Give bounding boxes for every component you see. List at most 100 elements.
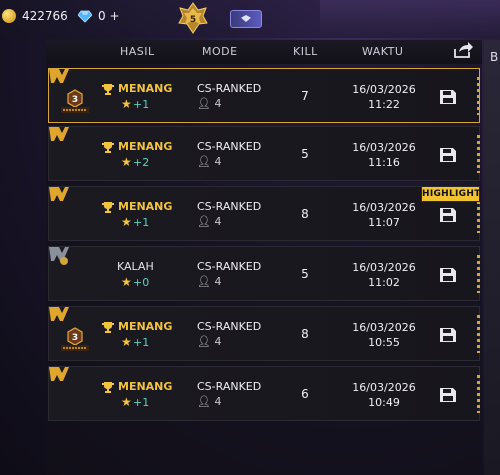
booyah-rank: 3 — [72, 95, 78, 105]
match-time: 11:16 — [368, 156, 400, 169]
rank-points: +2 — [133, 156, 150, 169]
result-label: KALAH — [117, 260, 154, 273]
table-row[interactable]: 3 MENANG ★ +1 CS-RANKED 👤︎ 4 7 16/03/202… — [48, 68, 480, 123]
match-date: 16/03/2026 — [352, 321, 416, 334]
star-icon: ★ — [121, 335, 132, 349]
rank-badge-icon[interactable]: 5 — [178, 2, 208, 34]
team-count: 4 — [214, 335, 222, 348]
person-icon: 👤︎ — [197, 275, 211, 288]
currency-bar: 422766 0 + 5 — [0, 0, 320, 38]
coin-amount: 422766 — [22, 9, 68, 23]
team-count: 4 — [214, 395, 222, 408]
save-replay-icon[interactable] — [439, 387, 457, 403]
header-result: HASIL — [120, 45, 155, 58]
match-time: 10:49 — [368, 396, 400, 409]
side-panel-edge[interactable]: B — [484, 40, 500, 475]
star-icon: ★ — [121, 97, 132, 111]
match-date: 16/03/2026 — [352, 83, 416, 96]
match-type-icon — [49, 367, 69, 381]
star-icon: ★ — [121, 275, 132, 289]
row-edge-stripe — [477, 77, 480, 115]
match-date: 16/03/2026 — [352, 141, 416, 154]
highlight-badge[interactable]: HIGHLIGHT — [421, 186, 480, 202]
kill-count: 5 — [301, 147, 309, 161]
row-edge-stripe — [477, 315, 480, 353]
mode-label: CS-RANKED — [197, 140, 262, 153]
star-icon: ★ — [121, 215, 132, 229]
header-kill: KILL — [293, 45, 318, 58]
result-label: MENANG — [118, 200, 173, 213]
mode-label: CS-RANKED — [197, 82, 262, 95]
team-count: 4 — [214, 275, 222, 288]
booyah-rank: 3 — [72, 333, 78, 343]
trophy-icon — [102, 142, 114, 153]
table-row[interactable]: KALAH ★ +0 CS-RANKED 👤︎ 4 5 16/03/2026 11… — [48, 246, 480, 301]
save-replay-icon[interactable] — [439, 327, 457, 343]
kill-count: 7 — [301, 89, 309, 103]
booyah-rank-badge: 3 — [61, 327, 89, 351]
person-icon: 👤︎ — [197, 215, 211, 228]
match-type-icon — [49, 127, 69, 141]
team-size: 👤︎ 4 — [197, 97, 221, 110]
top-bar: 422766 0 + 5 — [0, 0, 500, 38]
mode-label: CS-RANKED — [197, 380, 262, 393]
match-time: 11:07 — [368, 216, 400, 229]
match-datetime: 16/03/2026 11:07 — [349, 200, 419, 230]
match-time: 10:55 — [368, 336, 400, 349]
person-icon: 👤︎ — [197, 97, 211, 110]
trophy-icon — [102, 84, 114, 95]
ticket-icon[interactable] — [230, 10, 262, 28]
match-datetime: 16/03/2026 10:49 — [349, 380, 419, 410]
star-icon: ★ — [121, 155, 132, 169]
trophy-icon — [102, 382, 114, 393]
person-icon: 👤︎ — [197, 395, 211, 408]
side-tab-label: B — [490, 50, 499, 64]
team-count: 4 — [214, 97, 222, 110]
header-time: WAKTU — [362, 45, 404, 58]
kill-count: 8 — [301, 327, 309, 341]
kill-count: 8 — [301, 207, 309, 221]
match-type-icon — [49, 247, 69, 265]
match-type-icon — [49, 307, 69, 321]
result-label: MENANG — [118, 82, 173, 95]
person-icon: 👤︎ — [197, 335, 211, 348]
table-row[interactable]: MENANG ★ +2 CS-RANKED 👤︎ 4 5 16/03/2026 1… — [48, 126, 480, 181]
match-date: 16/03/2026 — [352, 381, 416, 394]
kill-count: 5 — [301, 267, 309, 281]
coin-counter[interactable]: 422766 — [2, 9, 68, 23]
row-edge-stripe — [477, 255, 480, 293]
match-time: 11:22 — [368, 98, 400, 111]
save-replay-icon[interactable] — [439, 207, 457, 223]
match-type-icon — [49, 187, 69, 201]
table-header: HASIL MODE KILL WAKTU — [46, 40, 482, 64]
save-replay-icon[interactable] — [439, 147, 457, 163]
diamond-icon — [78, 10, 92, 23]
match-datetime: 16/03/2026 11:02 — [349, 260, 419, 290]
team-size: 👤︎ 4 — [197, 395, 221, 408]
match-date: 16/03/2026 — [352, 201, 416, 214]
team-size: 👤︎ 4 — [197, 215, 221, 228]
share-icon[interactable] — [452, 40, 474, 60]
match-type-icon — [49, 69, 69, 83]
kill-count: 6 — [301, 387, 309, 401]
match-date: 16/03/2026 — [352, 261, 416, 274]
save-replay-icon[interactable] — [439, 89, 457, 105]
person-icon: 👤︎ — [197, 155, 211, 168]
rank-points: +1 — [133, 336, 150, 349]
table-row[interactable]: MENANG ★ +1 CS-RANKED 👤︎ 4 6 16/03/2026 1… — [48, 366, 480, 421]
match-time: 11:02 — [368, 276, 400, 289]
result-label: MENANG — [118, 140, 173, 153]
row-edge-stripe — [477, 135, 480, 173]
result-label: MENANG — [118, 380, 173, 393]
match-datetime: 16/03/2026 11:16 — [349, 140, 419, 170]
rank-points: +0 — [133, 276, 150, 289]
mode-label: CS-RANKED — [197, 200, 262, 213]
table-row[interactable]: 3 MENANG ★ +1 CS-RANKED 👤︎ 4 8 16/03/202… — [48, 306, 480, 361]
trophy-icon — [102, 322, 114, 333]
diamond-counter[interactable]: 0 + — [78, 9, 120, 23]
rank-level: 5 — [190, 15, 196, 25]
save-replay-icon[interactable] — [439, 267, 457, 283]
team-size: 👤︎ 4 — [197, 155, 221, 168]
result-label: MENANG — [118, 320, 173, 333]
table-row[interactable]: MENANG ★ +1 CS-RANKED 👤︎ 4 8 16/03/2026 1… — [48, 186, 480, 241]
